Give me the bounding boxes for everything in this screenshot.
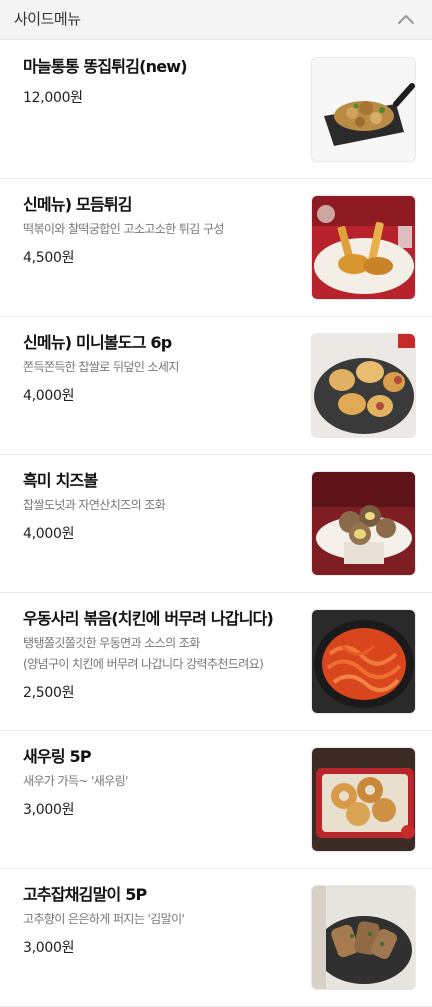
menu-item-image[interactable] [311,471,416,576]
menu-item-name: 마늘통통 똥집튀김(new) [23,57,188,76]
side-menu-header[interactable]: 사이드메뉴 [0,0,432,40]
menu-item-price: 2,500원 [23,685,75,701]
menu-item-mini-ball-dog[interactable]: 신메뉴) 미니볼도그 6p 쫀득쫀득한 찹쌀로 뒤덮인 소세지 4,000원 [0,317,432,455]
menu-item-name: 신메뉴) 미니볼도그 6p [23,333,172,352]
menu-item-image[interactable] [311,609,416,714]
menu-item-description: 탱탱쫄깃쫄깃한 우동면과 소스의 조화 [23,636,200,650]
menu-item-name: 새우링 5P [23,747,92,766]
menu-item-shrimp-ring[interactable]: 새우링 5P 새우가 가득~ '새우링' 3,000원 [0,731,432,869]
menu-item-udon-stir-fry[interactable]: 우동사리 볶음(치킨에 버무려 나갑니다) 탱탱쫄깃쫄깃한 우동면과 소스의 조… [0,593,432,731]
menu-item-name: 신메뉴) 모듬튀김 [23,195,133,214]
menu-item-pepper-japchae-gimmari[interactable]: 고추잡채김말이 5P 고추향이 은은하게 퍼지는 '김말이' 3,000원 [0,869,432,1007]
menu-item-image[interactable] [311,747,416,852]
menu-item-price: 12,000원 [23,90,83,106]
menu-item-name: 우동사리 볶음(치킨에 버무려 나갑니다) [23,609,274,628]
menu-item-price: 3,000원 [23,940,75,956]
menu-list: 마늘통통 똥집튀김(new) 12,000원 신메뉴) 모듬튀김 떡볶이와 찰떡… [0,41,432,1007]
menu-item-name: 고추잡채김말이 5P [23,885,147,904]
menu-item-description: 새우가 가득~ '새우링' [23,774,128,788]
menu-item-price: 4,500원 [23,250,75,266]
menu-item-black-rice-cheese-ball[interactable]: 흑미 치즈볼 찹쌀도넛과 자연산치즈의 조화 4,000원 [0,455,432,593]
menu-item-image[interactable] [311,57,416,162]
menu-item-description: 고추향이 은은하게 퍼지는 '김말이' [23,912,185,926]
menu-item-image[interactable] [311,195,416,300]
menu-item-name: 흑미 치즈볼 [23,471,98,490]
menu-item-mixed-fries[interactable]: 신메뉴) 모듬튀김 떡볶이와 찰떡궁합인 고소고소한 튀김 구성 4,500원 [0,179,432,317]
menu-item-description-extra: (양념구이 치킨에 버무려 나갑니다 강력추천드려요) [23,657,264,671]
section-title: 사이드메뉴 [14,10,81,28]
menu-item-image[interactable] [311,885,416,990]
menu-item-description: 쫀득쫀득한 찹쌀로 뒤덮인 소세지 [23,360,179,374]
menu-item-image[interactable] [311,333,416,438]
menu-item-description: 찹쌀도넛과 자연산치즈의 조화 [23,498,166,512]
chevron-up-icon[interactable] [396,12,416,26]
menu-item-price: 4,000원 [23,388,75,404]
menu-item-garlic-gizzard[interactable]: 마늘통통 똥집튀김(new) 12,000원 [0,41,432,179]
menu-item-price: 4,000원 [23,526,75,542]
menu-item-description: 떡볶이와 찰떡궁합인 고소고소한 튀김 구성 [23,222,224,236]
menu-item-price: 3,000원 [23,802,75,818]
